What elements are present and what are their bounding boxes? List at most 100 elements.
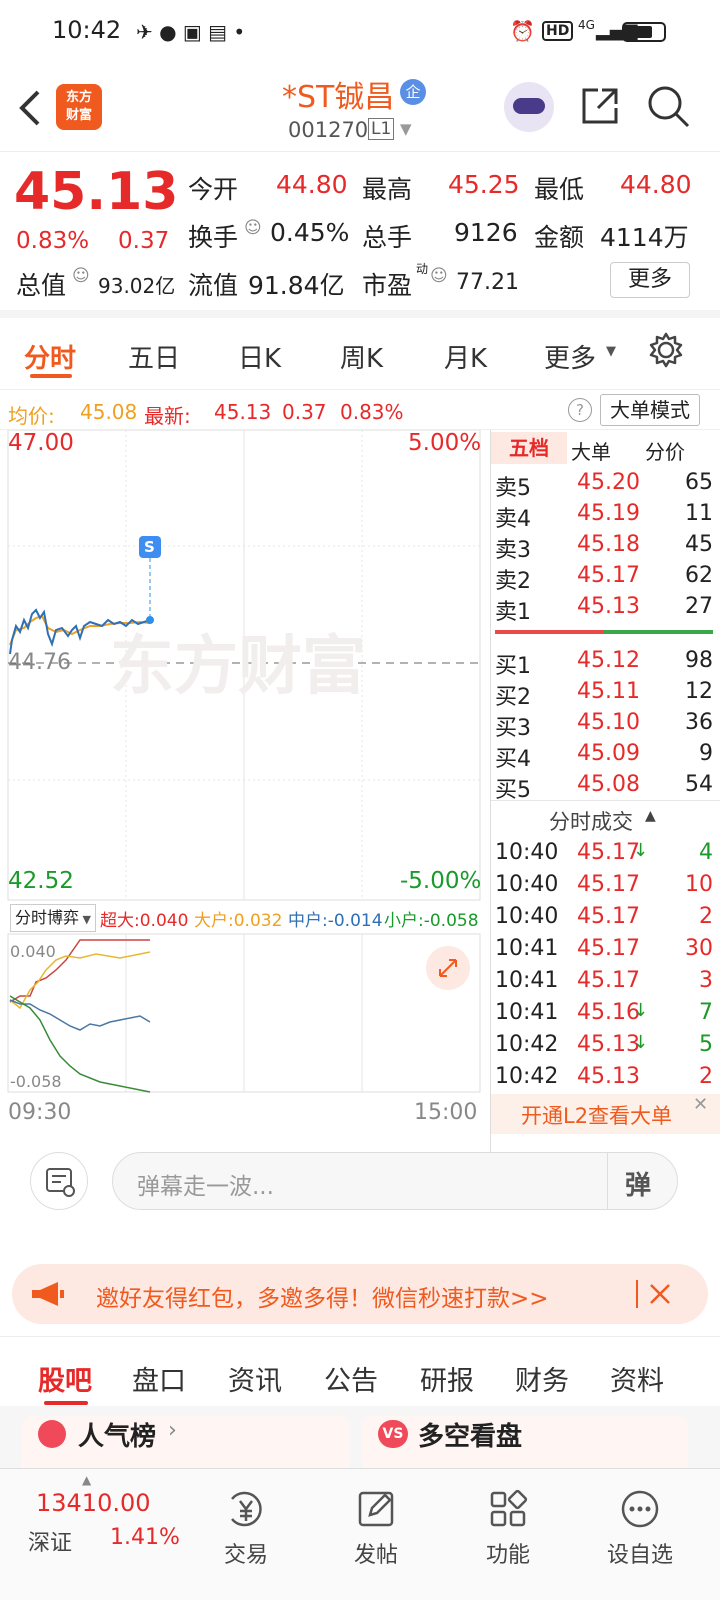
ticks-title[interactable]: 分时成交 [549,806,633,836]
comment-list-icon[interactable] [30,1152,88,1210]
tab-weekly-k[interactable]: 周K [340,338,383,375]
chart-tabs: 分时 五日 日K 周K 月K 更多 ▼ [0,318,720,390]
tab-intraday[interactable]: 分时 [24,338,76,375]
sub-axis-top: 0.040 [10,942,56,961]
chevron-right-icon: › [168,1418,177,1443]
danmaku-toggle-button[interactable]: 弹 [625,1165,651,1202]
bid-row[interactable]: 买4 45.09 9 [491,741,720,773]
invite-banner[interactable]: 邀好友得红包，多邀多得！微信秒速打款>> [12,1264,708,1324]
share-icon[interactable] [578,84,622,128]
tab-five-levels[interactable]: 五档 [491,432,567,464]
close-icon[interactable] [648,1282,672,1306]
latest-label: 最新: [144,404,191,428]
feature-cards: 人气榜 › VS 多空看盘 [0,1406,720,1476]
back-icon[interactable] [16,88,44,128]
info-icon[interactable]: ☺ [430,266,448,286]
more-button[interactable]: 更多 [610,262,690,298]
settings-icon[interactable] [646,330,686,370]
bid-price: 45.11 [577,679,640,704]
index-value[interactable]: 13410.00 [36,1489,151,1517]
low-value: 44.80 [620,170,692,199]
tick-volume: 10 [685,872,713,897]
functions-button[interactable]: 功能 [448,1489,568,1569]
l2-promo[interactable]: 开通L2查看大单 ✕ [491,1094,720,1134]
popularity-card[interactable]: 人气榜 › [22,1416,350,1476]
float-cap-label: 流值 [188,271,239,300]
danmaku-input[interactable]: 弹幕走一波... [137,1167,274,1201]
intraday-chart[interactable]: 东方财富 47.00 5.00% 44.76 S 42.52 -5.00% 分时… [0,430,490,1158]
index-percent[interactable]: 1.41% [110,1525,180,1550]
info-icon[interactable]: ☺ [72,266,90,286]
trade-marker-s[interactable]: S [144,538,155,556]
info-icon[interactable]: ☺ [244,218,262,238]
pe-label: 市盈 [362,271,413,300]
tick-time: 10:40 [495,840,559,865]
tick-price: 45.17 [577,968,640,993]
chevron-down-icon[interactable]: ▼ [400,120,412,138]
bid-row[interactable]: 买2 45.11 12 [491,679,720,711]
large-flow: 大户:0.032 [194,911,283,931]
trade-button[interactable]: 交易 [186,1489,306,1569]
tab-market-depth[interactable]: 盘口 [132,1359,186,1398]
change-percent: 0.83% [16,228,90,254]
caret-up-icon[interactable]: ▲ [645,808,656,824]
tick-row: 10:40 45.17 2 [491,904,720,936]
ask-volume: 27 [685,594,713,619]
level-badge[interactable]: L1 [368,118,395,140]
small-flow: 小户:-0.058 [384,911,479,931]
tick-price: 45.16 [577,1000,640,1025]
latest-percent: 0.83% [340,400,404,424]
tab-announcements[interactable]: 公告 [324,1359,378,1398]
tab-profile[interactable]: 资料 [610,1359,664,1398]
tab-more[interactable]: 更多 [544,338,596,375]
ask-row[interactable]: 卖1 45.13 27 [491,594,720,626]
tab-forum[interactable]: 股吧 [38,1359,92,1398]
ask-row[interactable]: 卖4 45.19 11 [491,501,720,533]
index-name[interactable]: 深证 [28,1525,72,1557]
tick-price: 45.13 [577,1064,640,1089]
tick-row: 10:41 45.16 ↓ 7 [491,1000,720,1032]
post-label: 发帖 [353,1543,398,1568]
bid-row[interactable]: 买3 45.10 36 [491,710,720,742]
avg-price-label: 均价: [8,404,55,428]
post-button[interactable]: 发帖 [316,1489,436,1569]
bull-bear-card[interactable]: VS 多空看盘 [362,1416,688,1476]
ask-row[interactable]: 卖2 45.17 62 [491,563,720,595]
tab-five-day[interactable]: 五日 [128,338,180,375]
stock-name: *ST铖昌 [282,80,395,115]
ask-level: 卖4 [495,507,531,532]
close-icon[interactable]: ✕ [693,1094,708,1115]
high-label: 最高 [362,175,413,204]
ask-row[interactable]: 卖3 45.18 45 [491,532,720,564]
bid-row[interactable]: 买1 45.12 98 [491,648,720,680]
tab-financials[interactable]: 财务 [515,1359,569,1398]
tab-news[interactable]: 资讯 [228,1359,282,1398]
megaphone-icon [32,1282,64,1306]
tab-price-volume[interactable]: 分价 [645,436,685,465]
float-cap-value: 91.84亿 [248,271,345,300]
add-watchlist-button[interactable]: 设自选 [580,1489,700,1569]
amount-value: 4114万 [600,223,689,252]
bid-volume: 36 [685,710,713,735]
add-watchlist-label: 设自选 [606,1543,673,1568]
caret-down-icon[interactable]: ▼ [606,344,616,359]
hd-icon: HD [542,21,574,41]
search-icon[interactable] [644,82,692,130]
robot-assistant-icon[interactable] [504,82,554,132]
tab-indicator [44,1401,88,1405]
tick-row: 10:41 45.17 3 [491,968,720,1000]
danmaku-input-box[interactable]: 弹幕走一波... 弹 [112,1152,678,1210]
big-order-mode-button[interactable]: 大单模式 [600,394,700,426]
tab-big-orders[interactable]: 大单 [571,436,611,465]
tab-research[interactable]: 研报 [420,1359,474,1398]
help-icon[interactable]: ? [568,398,592,422]
ask-row[interactable]: 卖5 45.20 65 [491,470,720,502]
tab-monthly-k[interactable]: 月K [444,338,487,375]
ask-level: 卖2 [495,569,531,594]
market-cap-value: 93.02亿 [98,274,176,298]
edit-icon [358,1491,394,1527]
tab-indicator [30,374,72,378]
capital-game-dropdown[interactable]: 分时博弈 ▼ [10,904,96,932]
tab-daily-k[interactable]: 日K [238,338,281,375]
ask-volume: 45 [685,532,713,557]
